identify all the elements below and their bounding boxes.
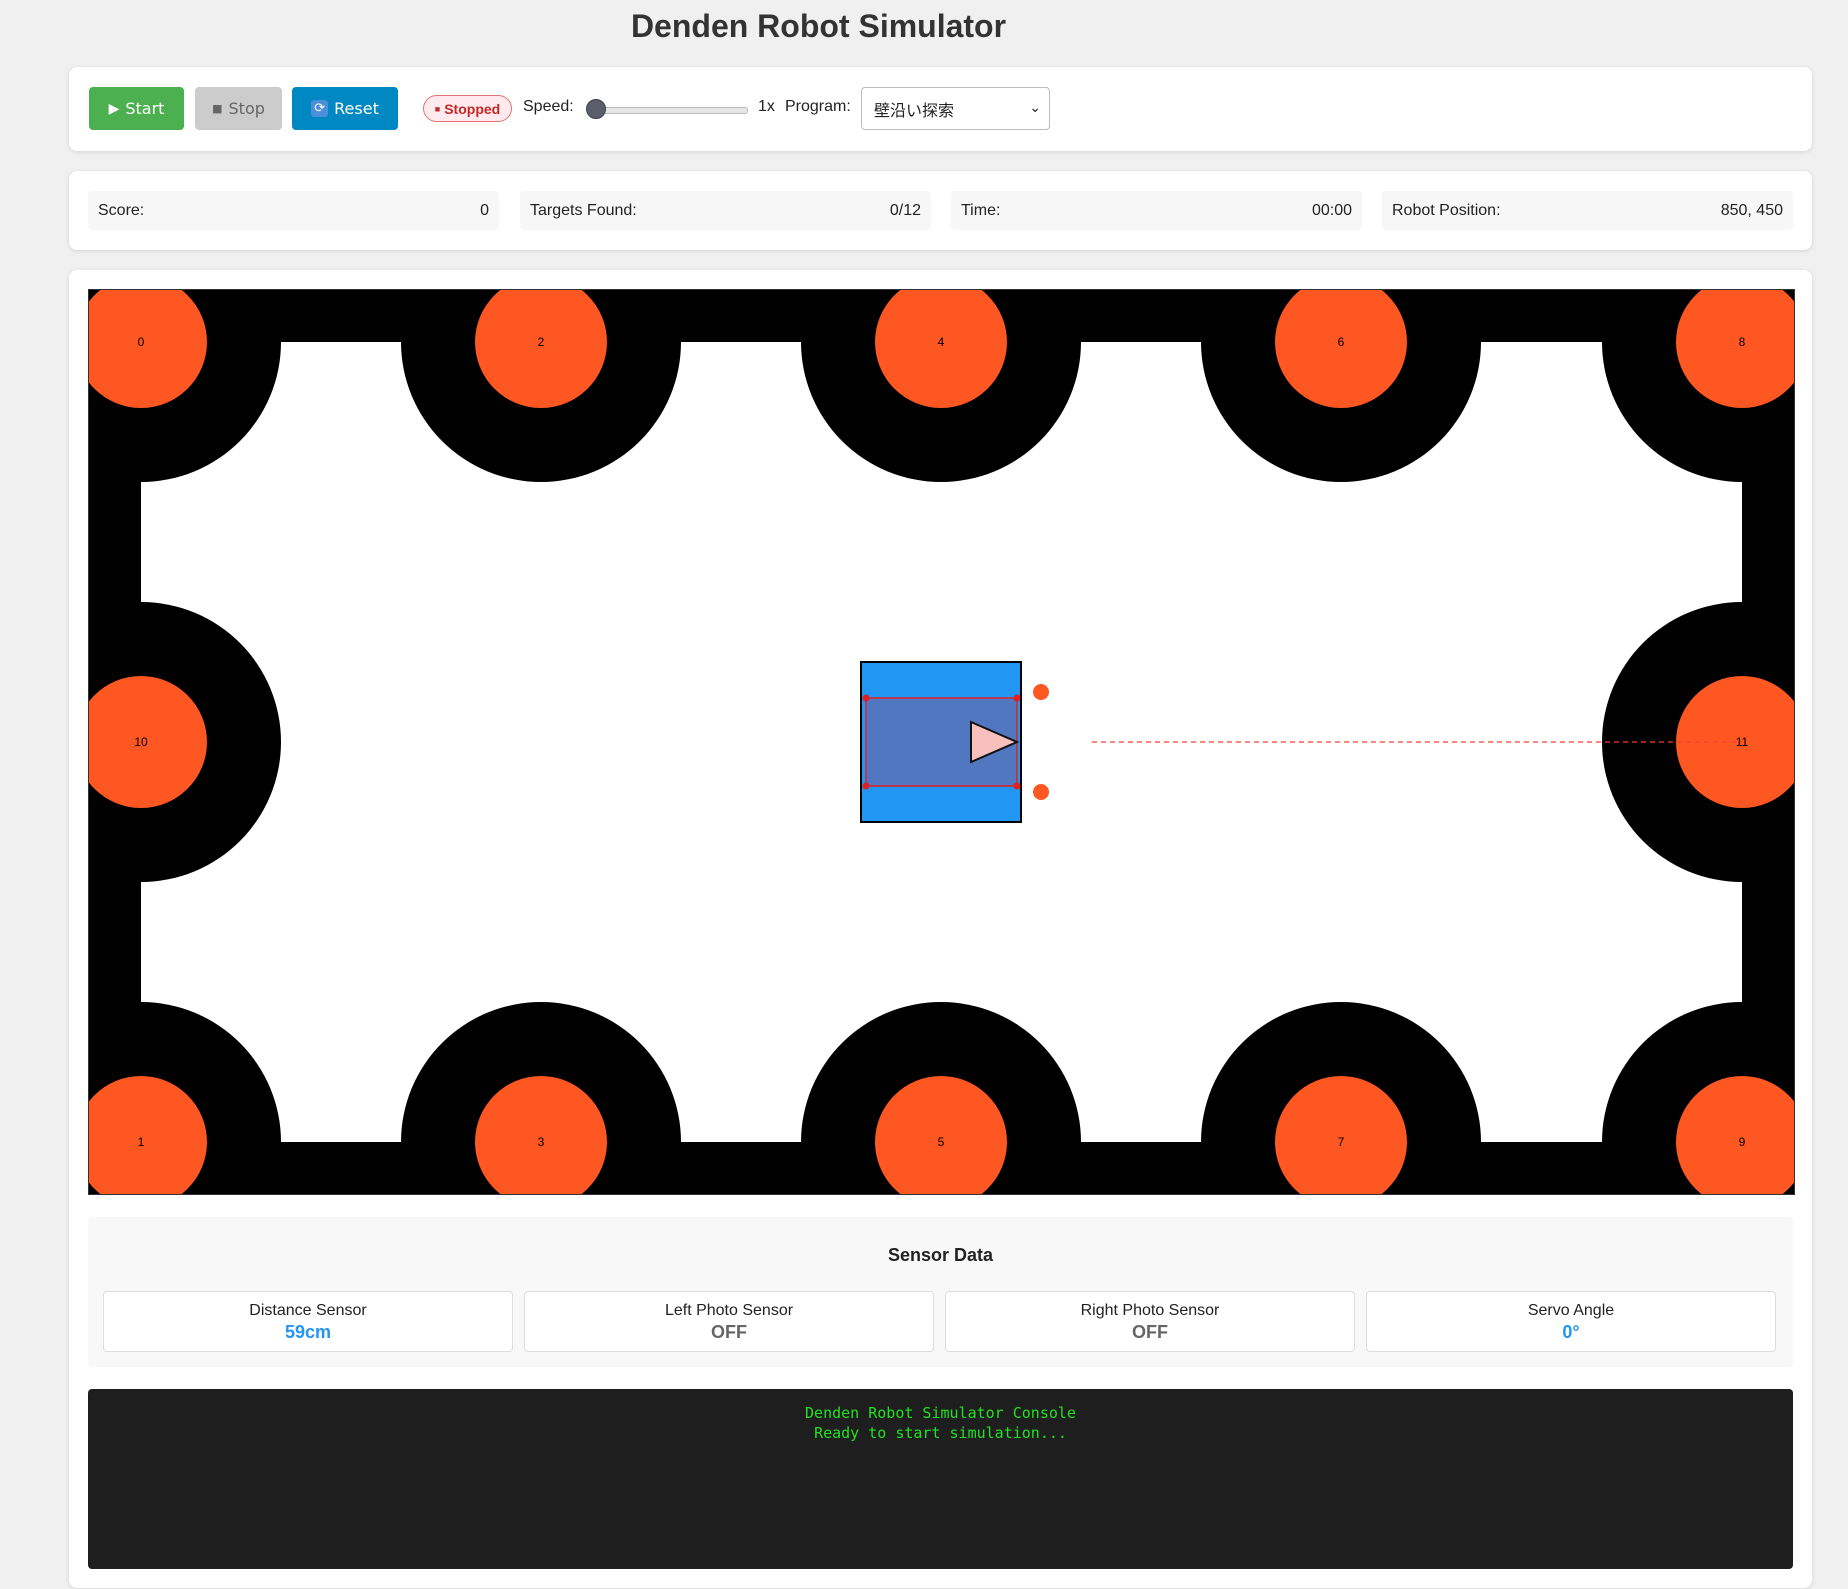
stat-value: 850, 450 — [1720, 201, 1783, 219]
start-button[interactable]: ▶ Start — [89, 87, 184, 130]
sensor-right-photo: Right Photo Sensor OFF — [945, 1291, 1355, 1352]
stat-targets: Targets Found: 0/12 — [520, 191, 931, 230]
simulation-panel: 0 1 2 3 4 5 6 7 8 9 10 11 Sensor Data Distance Sens — [69, 270, 1812, 1588]
target-label: 4 — [938, 335, 945, 349]
reset-button[interactable]: ⟳ Reset — [292, 87, 398, 130]
program-label: Program: — [785, 98, 851, 115]
sensor-name: Right Photo Sensor — [1080, 1302, 1220, 1319]
target-label: 11 — [1736, 735, 1749, 749]
sensor-value: 59cm — [284, 1322, 332, 1342]
square-icon: ■ — [434, 103, 441, 114]
target-label: 5 — [938, 1135, 945, 1149]
target-label: 1 — [138, 1135, 145, 1149]
left-photo-sensor — [1033, 684, 1049, 700]
chevron-down-icon: ⌄ — [1029, 100, 1041, 116]
status-badge: ■ Stopped — [423, 95, 512, 122]
stat-value: 0/12 — [889, 201, 921, 219]
stat-label: Targets Found: — [530, 201, 637, 219]
sensor-value: OFF — [711, 1322, 747, 1342]
target-label: 9 — [1739, 1135, 1746, 1149]
arena-svg: 0 1 2 3 4 5 6 7 8 9 10 11 — [89, 290, 1794, 1194]
stat-value: 0 — [480, 201, 489, 219]
stat-label: Robot Position: — [1392, 201, 1501, 219]
sensor-panel: Sensor Data Distance Sensor 59cm Left Ph… — [88, 1217, 1793, 1367]
stat-position: Robot Position: 850, 450 — [1382, 191, 1793, 230]
square-icon: ■ — [212, 102, 223, 115]
program-select[interactable]: 壁沿い探索 ⌄ — [861, 87, 1050, 130]
program-selected-value: 壁沿い探索 — [874, 100, 955, 120]
robot[interactable] — [860, 661, 1049, 823]
sensor-name: Left Photo Sensor — [664, 1302, 794, 1319]
target-label: 6 — [1338, 335, 1345, 349]
target-label: 10 — [134, 735, 148, 749]
robot-corner — [1013, 782, 1021, 790]
robot-corner — [862, 694, 870, 702]
right-photo-sensor — [1033, 784, 1049, 800]
refresh-icon: ⟳ — [311, 100, 329, 117]
stop-button-label: Stop — [228, 99, 265, 118]
stop-button[interactable]: ■ Stop — [195, 87, 282, 130]
stat-time: Time: 00:00 — [951, 191, 1362, 230]
arena-canvas[interactable]: 0 1 2 3 4 5 6 7 8 9 10 11 — [88, 289, 1795, 1195]
sensor-value: OFF — [1132, 1322, 1168, 1342]
speed-label: Speed: — [523, 98, 574, 115]
reset-button-label: Reset — [334, 99, 379, 118]
speed-slider-thumb[interactable] — [586, 99, 606, 119]
sensor-left-photo: Left Photo Sensor OFF — [524, 1291, 934, 1352]
sensor-servo: Servo Angle 0° — [1366, 1291, 1776, 1352]
sensor-name: Servo Angle — [1527, 1302, 1615, 1319]
target-label: 2 — [538, 335, 545, 349]
speed-value: 1x — [758, 98, 775, 115]
sensor-name: Distance Sensor — [249, 1302, 367, 1319]
stat-score: Score: 0 — [88, 191, 499, 230]
console-line: Denden Robot Simulator Console — [805, 1404, 1076, 1422]
target-label: 0 — [138, 335, 145, 349]
sensor-value: 0° — [1562, 1322, 1580, 1342]
stats-panel: Score: 0 Targets Found: 0/12 Time: 00:00… — [69, 171, 1812, 250]
control-panel: ▶ Start ■ Stop ⟳ Reset ■ Stopped Speed: … — [69, 67, 1812, 151]
robot-corner — [862, 782, 870, 790]
stat-label: Score: — [98, 201, 145, 219]
stat-label: Time: — [961, 201, 1001, 219]
console-line: Ready to start simulation... — [814, 1424, 1067, 1442]
sensor-distance: Distance Sensor 59cm — [103, 1291, 513, 1352]
speed-slider-track[interactable] — [587, 107, 748, 114]
target-label: 3 — [538, 1135, 545, 1149]
stat-value: 00:00 — [1311, 201, 1352, 219]
sensor-panel-title: Sensor Data — [887, 1245, 994, 1265]
target-label: 7 — [1338, 1135, 1345, 1149]
console-output[interactable]: Denden Robot Simulator Console Ready to … — [88, 1389, 1793, 1569]
play-icon: ▶ — [108, 100, 120, 117]
robot-corner — [1013, 694, 1021, 702]
start-button-label: Start — [125, 99, 165, 118]
target-label: 8 — [1739, 335, 1746, 349]
page-title: Denden Robot Simulator — [630, 8, 1007, 44]
status-text: Stopped — [444, 100, 501, 117]
